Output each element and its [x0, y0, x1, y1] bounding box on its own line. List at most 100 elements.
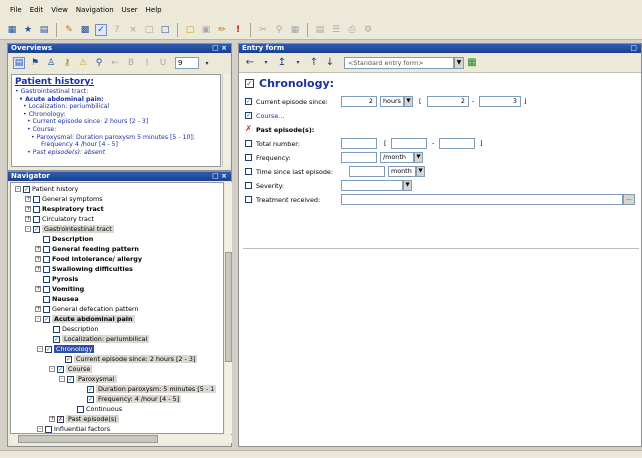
tree-node-swallowing-difficulties[interactable]: + Swallowing difficulties — [35, 264, 133, 274]
navigator-window-controls[interactable]: □ × — [212, 172, 227, 181]
tree-node-description[interactable]: Description — [45, 324, 98, 334]
treatment-ellipsis-button[interactable]: ... — [623, 194, 635, 205]
time-since-input[interactable] — [349, 166, 385, 177]
overview-scrollbar[interactable] — [222, 74, 230, 167]
print-icon[interactable]: ⎙ — [346, 24, 358, 36]
menu-help[interactable]: Help — [146, 6, 162, 14]
dropdown-icon[interactable]: ▾ — [292, 57, 304, 69]
treatment-input[interactable] — [341, 194, 623, 205]
tree-node-circulatory-tract[interactable]: + Circulatory tract — [25, 214, 94, 224]
alert-icon[interactable]: ! — [232, 24, 244, 36]
overview-key-icon[interactable]: ⚷ — [61, 57, 73, 69]
total-number-input[interactable] — [341, 138, 377, 149]
cut-icon[interactable]: ✂ — [257, 24, 269, 36]
pencil-icon[interactable]: ✏ — [216, 24, 228, 36]
tree-node-nausea[interactable]: Nausea — [35, 294, 79, 304]
total-range-high-input[interactable] — [439, 138, 475, 149]
chevron-down-icon[interactable]: ▼ — [403, 180, 412, 191]
list-icon[interactable]: ☰ — [330, 24, 342, 36]
overview-back-icon[interactable]: ← — [109, 57, 121, 69]
tree-node-course[interactable]: - ✓ Course — [49, 364, 93, 374]
tree-node-description[interactable]: Description — [35, 234, 93, 244]
overview-page-dropdown-icon[interactable]: ▾ — [201, 57, 213, 69]
overview-person-icon[interactable]: ♙ — [45, 57, 57, 69]
frequency-unit-select[interactable]: /month — [380, 152, 414, 163]
chevron-down-icon[interactable]: ▼ — [414, 152, 423, 163]
tree-node-food-intolerance[interactable]: + Food intolerance/ allergy — [35, 254, 142, 264]
overview-italic-icon[interactable]: I — [141, 57, 153, 69]
tree-node-localization[interactable]: ✓ Localization: periumbilical — [45, 334, 150, 344]
navigator-scroll-thumb[interactable] — [225, 252, 232, 362]
save-icon[interactable]: ▦ — [6, 24, 18, 36]
course-link[interactable]: Course... — [256, 112, 284, 120]
menu-file[interactable]: File — [10, 6, 22, 14]
tree-node-general-symptoms[interactable]: + General symptoms — [25, 194, 103, 204]
menu-navigation[interactable]: Navigation — [76, 6, 114, 14]
tree-node-frequency[interactable]: ✓ Frequency: 4 /hour [4 - 5] — [79, 394, 182, 404]
overview-zoom-icon[interactable]: ⚲ — [93, 57, 105, 69]
entry-form-selector[interactable]: <Standard entry form> — [344, 56, 454, 69]
edit-icon[interactable]: ✎ — [63, 24, 75, 36]
form-settings-icon[interactable]: ▦ — [466, 57, 478, 69]
chevron-down-icon[interactable]: ▼ — [404, 96, 413, 107]
tree-node-vomiting[interactable]: + Vomiting — [35, 284, 84, 294]
arrow-up-back-icon[interactable]: ↥ — [276, 57, 288, 69]
treatment-checkbox[interactable] — [245, 196, 252, 203]
course-checkbox[interactable]: ✓ — [245, 112, 252, 119]
tree-node-past-episodes[interactable]: + ✗ Past episode(s) — [49, 414, 119, 424]
current-episode-value-input[interactable]: 2 — [341, 96, 377, 107]
tree-node-influential-factors[interactable]: - Influential factors — [37, 424, 110, 433]
open-icon[interactable]: ★ — [22, 24, 34, 36]
doc-icon[interactable]: ▩ — [79, 24, 91, 36]
severity-select[interactable] — [341, 180, 403, 191]
frequency-input[interactable] — [341, 152, 377, 163]
settings-icon[interactable]: ⚙ — [362, 24, 374, 36]
range-low-input[interactable]: 2 — [427, 96, 469, 107]
chevron-down-icon[interactable]: ▼ — [416, 166, 425, 177]
range-high-input[interactable]: 3 — [479, 96, 521, 107]
chronology-checkbox[interactable]: ✓ — [245, 79, 254, 88]
tree-node-gastrointestinal-tract[interactable]: - ✓ Gastrointestinal tract — [25, 224, 114, 234]
current-episode-checkbox[interactable]: ✓ — [245, 98, 252, 105]
arrow-down-icon[interactable]: ↓ — [324, 57, 336, 69]
table-icon[interactable]: ▤ — [314, 24, 326, 36]
form-icon[interactable]: ▦ — [289, 24, 301, 36]
paste-icon[interactable]: ▣ — [200, 24, 212, 36]
time-since-checkbox[interactable] — [245, 168, 252, 175]
navigator-horizontal-scrollbar[interactable] — [10, 435, 232, 443]
frequency-checkbox[interactable] — [245, 154, 252, 161]
menu-edit[interactable]: Edit — [30, 6, 44, 14]
chart-icon[interactable]: ▤ — [38, 24, 50, 36]
tree-node-duration-paroxysm[interactable]: ✓ Duration paroxysm: 5 minutes [5 - 1 — [79, 384, 217, 394]
dropdown-icon[interactable]: ▾ — [260, 57, 272, 69]
tree-node-current-episode[interactable]: ✓ Current episode since: 2 hours [2 - 3] — [57, 354, 198, 364]
chevron-down-icon[interactable]: ▼ — [454, 56, 464, 69]
overview-view-icon[interactable]: ▤ — [13, 57, 25, 69]
overview-filter-icon[interactable]: ⚑ — [29, 57, 41, 69]
tree-node-pyrosis[interactable]: Pyrosis — [35, 274, 78, 284]
overview-page-input[interactable]: 9 — [175, 57, 199, 69]
past-episodes-x-icon[interactable]: ✗ — [245, 125, 252, 133]
current-episode-unit-select[interactable]: hours — [380, 96, 404, 107]
tree-node-continuous[interactable]: Continuous — [69, 404, 122, 414]
total-range-low-input[interactable] — [391, 138, 427, 149]
tree-node-respiratory-tract[interactable]: + Respiratory tract — [25, 204, 104, 214]
tree-node-general-defecation-pattern[interactable]: + General defecation pattern — [35, 304, 139, 314]
copy-icon[interactable]: ▢ — [184, 24, 196, 36]
tree-node-chronology[interactable]: - ✓ Chronology — [37, 344, 95, 354]
total-number-checkbox[interactable] — [245, 140, 252, 147]
severity-checkbox[interactable] — [245, 182, 252, 189]
entry-form-window-controls[interactable]: □ — [630, 44, 637, 53]
find-icon[interactable]: ⚲ — [273, 24, 285, 36]
tree-node-acute-abdominal-pain[interactable]: - ✓ Acute abdominal pain — [35, 314, 135, 324]
navigator-hscroll-thumb[interactable] — [18, 435, 158, 443]
tree-node-general-feeding-pattern[interactable]: + General feeding pattern — [35, 244, 139, 254]
tree-node-patient-history[interactable]: - ✓ Patient history — [15, 184, 78, 194]
navigator-vertical-scrollbar[interactable] — [225, 182, 232, 434]
menu-user[interactable]: User — [122, 6, 138, 14]
stop-icon[interactable]: □ — [143, 24, 155, 36]
close-icon[interactable]: × — [127, 24, 139, 36]
overview-warning-icon[interactable]: ⚠ — [77, 57, 89, 69]
check-icon[interactable]: ✓ — [95, 23, 107, 36]
time-since-unit-select[interactable]: month — [388, 166, 416, 177]
